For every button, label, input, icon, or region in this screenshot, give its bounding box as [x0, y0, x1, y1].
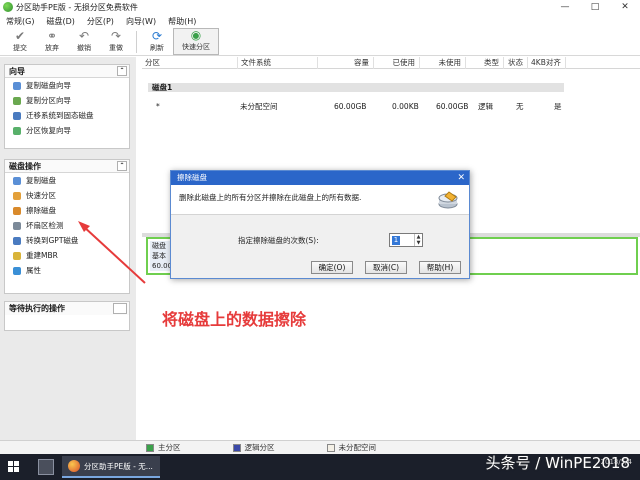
dialog-header: 删除此磁盘上的所有分区并擦除在此磁盘上的所有数据. — [171, 185, 469, 215]
partition-assistant-icon — [68, 460, 80, 472]
cancel-button[interactable]: 取消(C) — [365, 261, 407, 274]
legend-primary: 主分区 — [146, 442, 181, 453]
dialog-description: 删除此磁盘上的所有分区并擦除在此磁盘上的所有数据. — [179, 193, 362, 202]
dialog-close-icon[interactable]: ✕ — [457, 171, 465, 185]
status-left — [0, 440, 142, 454]
windows-start-icon[interactable] — [8, 461, 20, 473]
ok-button[interactable]: 确定(O) — [311, 261, 353, 274]
dialog-title-bar: 擦除磁盘 ✕ — [171, 171, 469, 185]
wipe-times-row: 指定擦除磁盘的次数(S): 1 ▲ ▼ — [171, 233, 471, 247]
taskbar-task[interactable]: 分区助手PE版 - 无... — [62, 456, 160, 478]
wipe-times-value[interactable]: 1 — [392, 236, 400, 245]
legend-unallocated: 未分配空间 — [326, 442, 376, 453]
taskbar-app-icon[interactable] — [38, 459, 54, 475]
legend-swatch — [146, 443, 154, 452]
wipe-disk-dialog: 擦除磁盘 ✕ 删除此磁盘上的所有分区并擦除在此磁盘上的所有数据. 指定擦除磁盘的… — [170, 170, 470, 279]
stepper-arrows-icon[interactable]: ▲ ▼ — [414, 234, 422, 246]
legend-logical: 逻辑分区 — [232, 442, 275, 453]
eraser-icon — [438, 191, 458, 209]
help-button[interactable]: 帮助(H) — [419, 261, 461, 274]
watermark: 头条号 / WinPE2018 — [485, 454, 630, 472]
legend-swatch — [326, 443, 335, 452]
wipe-times-stepper[interactable]: 1 ▲ ▼ — [389, 233, 423, 247]
wipe-times-label: 指定擦除磁盘的次数(S): — [238, 236, 319, 245]
legend-swatch — [232, 443, 241, 452]
